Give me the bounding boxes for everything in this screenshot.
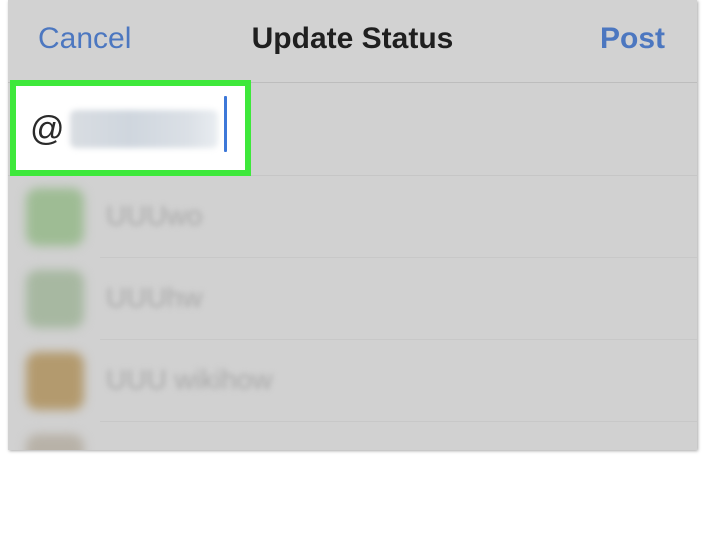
page-title: Update Status <box>251 22 454 55</box>
app-screen: Cancel Update Status Post @ UUUwo UUUhw … <box>8 0 697 450</box>
navigation-bar: Cancel Update Status Post <box>8 0 697 83</box>
suggestion-item[interactable]: UUUhw <box>8 258 697 340</box>
avatar <box>26 352 84 410</box>
status-input-highlight[interactable]: @ <box>10 80 251 176</box>
suggestion-item[interactable]: UUUwo <box>8 176 697 258</box>
avatar <box>26 434 84 450</box>
suggestion-item[interactable]: UUU wikihow <box>8 340 697 422</box>
suggestion-item[interactable] <box>8 422 697 450</box>
avatar <box>26 270 84 328</box>
post-button[interactable]: Post <box>600 22 665 56</box>
suggestion-name: UUU wikihow <box>106 364 273 395</box>
text-cursor <box>224 96 227 152</box>
avatar <box>26 188 84 246</box>
suggestion-name: UUUwo <box>106 200 203 231</box>
redacted-handle <box>70 110 218 148</box>
suggestion-name: UUUhw <box>106 282 203 313</box>
mention-prefix: @ <box>30 110 65 148</box>
